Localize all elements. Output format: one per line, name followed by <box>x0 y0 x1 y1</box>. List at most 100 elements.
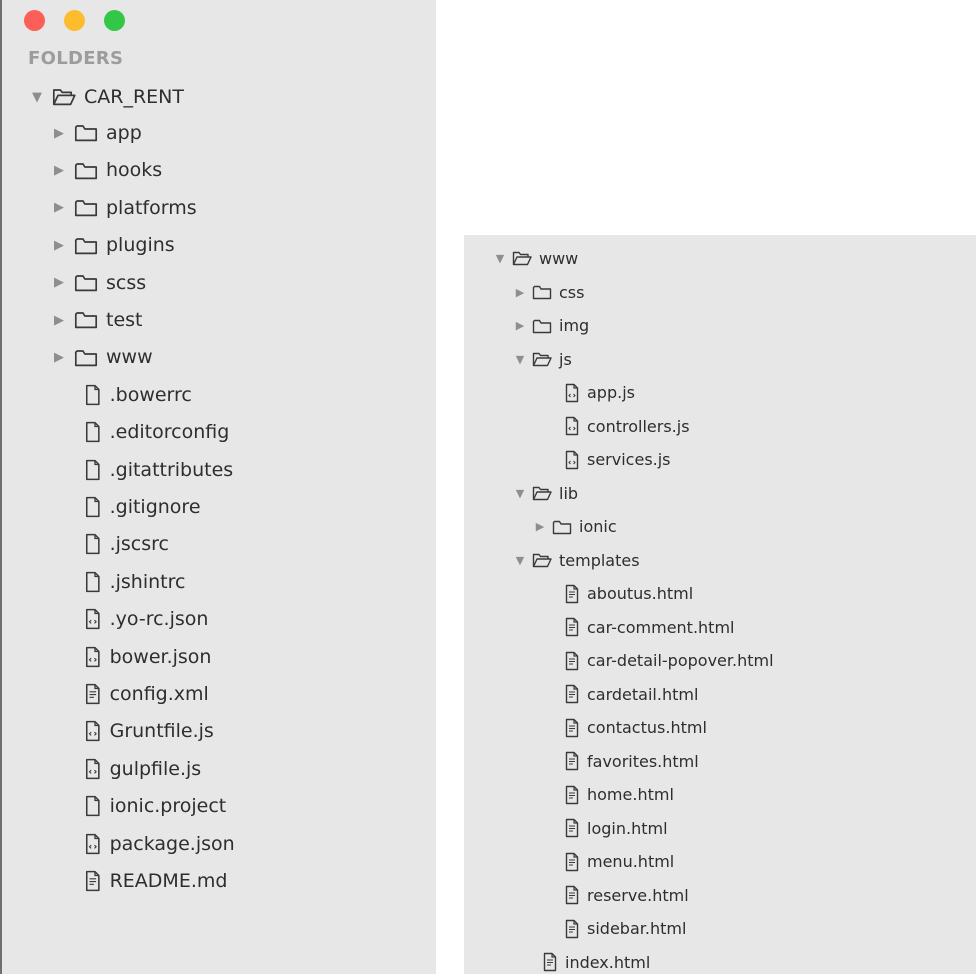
window-minimize-button[interactable] <box>64 10 85 31</box>
tree-file-item[interactable]: ionic.project <box>62 791 226 821</box>
file-icon <box>84 421 102 443</box>
tree-folder-item[interactable]: ▼ templates <box>514 545 640 575</box>
tree-file-item[interactable]: .gitignore <box>62 492 201 522</box>
tree-folder-item[interactable]: ▼ js <box>514 344 572 374</box>
window-zoom-button[interactable] <box>104 10 125 31</box>
tree-file-item[interactable]: .gitattributes <box>62 455 233 485</box>
tree-item-label: app <box>106 122 142 144</box>
disclosure-collapsed-icon[interactable]: ▶ <box>514 319 526 332</box>
file-icon <box>84 459 102 481</box>
disclosure-collapsed-icon[interactable]: ▶ <box>52 200 66 215</box>
tree-file-item[interactable]: .jshintrc <box>62 567 185 597</box>
code-file-icon <box>84 608 102 630</box>
text-file-icon <box>84 870 102 892</box>
code-file-icon <box>84 758 102 780</box>
tree-folder-item[interactable]: ▶ platforms <box>52 193 197 223</box>
window-close-button[interactable] <box>24 10 45 31</box>
tree-item-label: Gruntfile.js <box>109 720 214 743</box>
folder-icon <box>74 123 98 142</box>
disclosure-collapsed-icon[interactable]: ▶ <box>52 275 66 290</box>
text-file-icon <box>564 818 580 838</box>
tree-item-label: .jscsrc <box>109 533 169 556</box>
disclosure-collapsed-icon[interactable]: ▶ <box>52 126 66 141</box>
tree-file-item[interactable]: package.json <box>62 829 235 859</box>
tree-file-item[interactable]: bower.json <box>62 642 211 672</box>
tree-file-item[interactable]: gulpfile.js <box>62 754 201 784</box>
tree-item-label: .yo-rc.json <box>109 608 209 631</box>
tree-item-label: .gitattributes <box>109 458 234 481</box>
tree-folder-item[interactable]: ▼ lib <box>514 478 578 508</box>
tree-file-item[interactable]: controllers.js <box>546 411 690 441</box>
tree-file-item[interactable]: favorites.html <box>546 746 699 776</box>
tree-file-item[interactable]: contactus.html <box>546 713 707 743</box>
tree-item-label: ionic.project <box>109 795 227 818</box>
code-file-icon <box>564 383 580 403</box>
disclosure-expanded-icon[interactable]: ▼ <box>514 487 526 500</box>
tree-file-item[interactable]: Gruntfile.js <box>62 716 214 746</box>
tree-file-item[interactable]: login.html <box>546 813 668 843</box>
tree-folder-item[interactable]: ▶ scss <box>52 268 146 298</box>
tree-folder-item[interactable]: ▶ www <box>52 342 153 372</box>
tree-folder-item[interactable]: ▶ app <box>52 118 142 148</box>
folder-open-icon <box>532 351 552 367</box>
tree-file-item[interactable]: index.html <box>524 947 650 977</box>
folder-icon <box>532 284 552 300</box>
disclosure-collapsed-icon[interactable]: ▶ <box>514 286 526 299</box>
folder-icon <box>74 198 98 217</box>
tree-item-label: config.xml <box>109 683 209 705</box>
tree-file-item[interactable]: car-detail-popover.html <box>546 646 774 676</box>
tree-item-label: cardetail.html <box>587 684 699 704</box>
text-file-icon <box>564 785 580 805</box>
tree-file-item[interactable]: .bowerrc <box>62 380 192 410</box>
folder-open-icon <box>512 250 532 266</box>
tree-file-item[interactable]: .jscsrc <box>62 529 169 559</box>
disclosure-expanded-icon[interactable]: ▼ <box>514 353 526 366</box>
tree-item-label: contactus.html <box>587 718 707 737</box>
disclosure-expanded-icon[interactable]: ▼ <box>514 554 526 567</box>
tree-file-item[interactable]: .yo-rc.json <box>62 604 208 634</box>
tree-item-label: www <box>106 346 153 369</box>
folder-icon <box>552 519 572 535</box>
tree-folder-item[interactable]: ▼ www <box>494 243 579 273</box>
disclosure-collapsed-icon[interactable]: ▶ <box>52 238 66 253</box>
tree-file-item[interactable]: app.js <box>546 378 635 408</box>
tree-item-label: plugins <box>106 234 175 257</box>
tree-file-item[interactable]: home.html <box>546 780 674 810</box>
disclosure-expanded-icon[interactable]: ▼ <box>494 252 506 265</box>
tree-file-item[interactable]: cardetail.html <box>546 679 698 709</box>
tree-item-label: menu.html <box>587 852 675 871</box>
tree-item-label: sidebar.html <box>587 919 687 938</box>
tree-file-item[interactable]: .editorconfig <box>62 417 229 447</box>
text-file-icon <box>564 718 580 738</box>
tree-item-label: gulpfile.js <box>109 757 202 780</box>
disclosure-collapsed-icon[interactable]: ▶ <box>52 313 66 328</box>
tree-file-item[interactable]: reserve.html <box>546 880 689 910</box>
tree-folder-item[interactable]: ▶ test <box>52 305 143 335</box>
tree-file-item[interactable]: README.md <box>62 866 227 896</box>
tree-folder-item[interactable]: ▶ hooks <box>52 155 162 185</box>
tree-item-label: login.html <box>587 818 668 838</box>
tree-item-label: car-detail-popover.html <box>587 651 774 670</box>
tree-folder-item[interactable]: ▶ css <box>514 277 585 307</box>
tree-file-item[interactable]: aboutus.html <box>546 579 693 609</box>
tree-file-item[interactable]: car-comment.html <box>546 612 734 642</box>
tree-file-item[interactable]: services.js <box>546 445 671 475</box>
file-icon <box>84 384 102 406</box>
folders-section-label: FOLDERS <box>28 48 124 69</box>
disclosure-collapsed-icon[interactable]: ▶ <box>52 350 66 365</box>
tree-folder-item[interactable]: ▶ ionic <box>534 512 617 542</box>
file-icon <box>84 795 102 817</box>
tree-item-label: bower.json <box>109 645 212 668</box>
disclosure-expanded-icon[interactable]: ▼ <box>30 90 44 105</box>
disclosure-collapsed-icon[interactable]: ▶ <box>534 520 546 533</box>
tree-item-label: package.json <box>109 832 235 855</box>
tree-folder-item[interactable]: ▶ plugins <box>52 230 175 260</box>
tree-file-item[interactable]: sidebar.html <box>546 914 686 944</box>
file-icon <box>84 533 102 555</box>
text-file-icon <box>564 584 580 604</box>
tree-folder-item[interactable]: ▼ CAR_RENT <box>30 82 184 112</box>
disclosure-collapsed-icon[interactable]: ▶ <box>52 163 66 178</box>
tree-file-item[interactable]: config.xml <box>62 679 209 709</box>
tree-file-item[interactable]: menu.html <box>546 847 674 877</box>
tree-folder-item[interactable]: ▶ img <box>514 311 589 341</box>
